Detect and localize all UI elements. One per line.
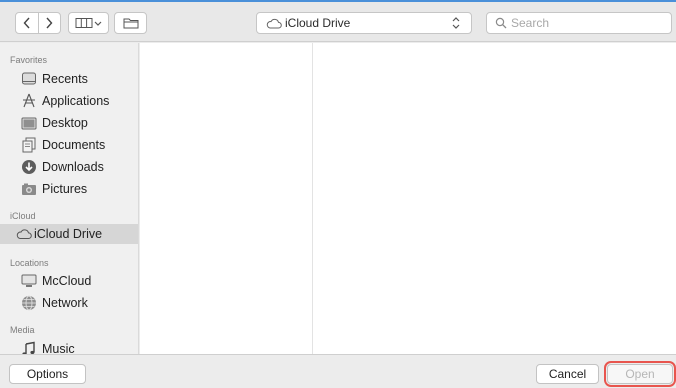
file-browser-content[interactable] <box>140 43 676 354</box>
sidebar-item-network[interactable]: Network <box>0 293 138 313</box>
sidebar-heading-locations: Locations <box>10 258 49 268</box>
sidebar-item-label: Desktop <box>42 116 88 130</box>
options-button[interactable]: Options <box>9 364 86 384</box>
network-icon <box>21 295 37 311</box>
applications-icon <box>21 93 37 109</box>
search-icon <box>495 17 507 29</box>
sidebar-heading-favorites: Favorites <box>10 55 48 65</box>
new-folder-button[interactable] <box>114 12 147 34</box>
sidebar-item-mccloud[interactable]: McCloud <box>0 271 138 291</box>
cloud-icon <box>16 226 32 242</box>
music-icon <box>21 341 37 354</box>
search-placeholder: Search <box>511 16 550 30</box>
sidebar-item-desktop[interactable]: Desktop <box>0 113 138 133</box>
toolbar: iCloud Drive Search <box>0 2 676 42</box>
sidebar-heading-media: Media <box>10 325 35 335</box>
sidebar-item-label: Recents <box>42 72 88 86</box>
chevron-left-icon <box>23 17 30 29</box>
sidebar-item-documents[interactable]: Documents <box>0 135 138 155</box>
sidebar-item-label: Pictures <box>42 182 88 196</box>
documents-icon <box>21 137 37 153</box>
new-folder-icon <box>123 18 138 29</box>
desktop-icon <box>21 115 37 131</box>
sidebar-item-label: iCloud Drive <box>34 227 103 241</box>
sidebar-item-icloud-drive[interactable]: iCloud Drive <box>0 224 138 244</box>
downloads-icon <box>21 159 37 175</box>
recents-icon <box>21 71 37 87</box>
sidebar-item-label: Applications <box>42 94 110 108</box>
view-button-inner <box>69 13 108 33</box>
location-popup[interactable]: iCloud Drive <box>256 12 472 34</box>
computer-icon <box>21 273 37 289</box>
bottom-bar: Options Cancel Open <box>0 354 676 388</box>
column-view-icon <box>75 18 101 28</box>
sidebar-heading-icloud: iCloud <box>10 211 36 221</box>
navigation-buttons <box>15 12 61 34</box>
sidebar-item-label: Downloads <box>42 160 104 174</box>
cancel-button[interactable]: Cancel <box>536 364 599 384</box>
cloud-icon <box>266 18 282 29</box>
open-button[interactable]: Open <box>604 361 676 387</box>
open-file-dialog: iCloud Drive Search Favorites Recents Ap… <box>0 0 676 388</box>
sidebar-item-downloads[interactable]: Downloads <box>0 157 138 177</box>
sidebar-item-applications[interactable]: Applications <box>0 91 138 111</box>
sidebar: Favorites Recents Applications Desktop D… <box>0 43 139 354</box>
sidebar-item-music[interactable]: Music <box>0 339 138 354</box>
forward-button[interactable] <box>39 13 61 33</box>
sidebar-item-pictures[interactable]: Pictures <box>0 179 138 199</box>
sidebar-item-recents[interactable]: Recents <box>0 69 138 89</box>
new-folder-button-inner <box>115 13 146 33</box>
search-input[interactable]: Search <box>486 12 672 34</box>
back-button[interactable] <box>16 13 38 33</box>
sidebar-item-label: Documents <box>42 138 106 152</box>
sidebar-item-label: Network <box>42 296 88 310</box>
column-divider[interactable] <box>312 43 313 354</box>
sidebar-item-label: Music <box>42 342 75 354</box>
chevron-right-icon <box>46 17 53 29</box>
pictures-icon <box>21 181 37 197</box>
sidebar-item-label: McCloud <box>42 274 92 288</box>
location-label: iCloud Drive <box>285 16 351 30</box>
up-down-chevron-icon <box>452 17 460 29</box>
view-options-button[interactable] <box>68 12 109 34</box>
